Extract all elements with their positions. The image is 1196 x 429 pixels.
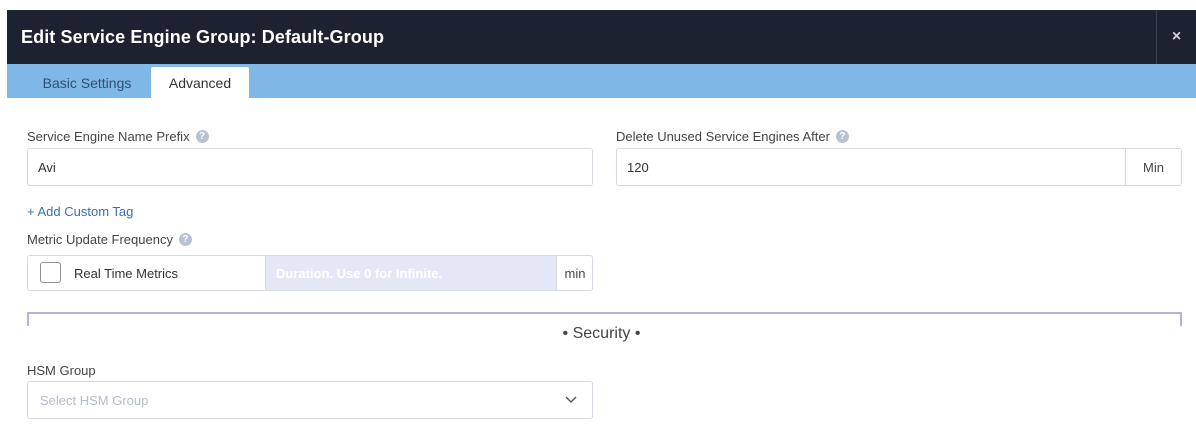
hsm-group-select[interactable]: Select HSM Group <box>27 381 593 419</box>
delete-after-input[interactable]: 120 Min <box>616 148 1182 186</box>
name-prefix-input[interactable]: Avi <box>27 148 593 186</box>
tab-basic-settings[interactable]: Basic Settings <box>19 67 155 98</box>
metric-frequency-label-text: Metric Update Frequency <box>27 232 173 247</box>
dialog-title: Edit Service Engine Group: Default-Group <box>21 27 385 47</box>
advanced-panel: Service Engine Name Prefix ? Avi Delete … <box>7 98 1196 429</box>
section-divider <box>27 312 1182 314</box>
close-icon[interactable]: × <box>1156 10 1196 64</box>
delete-after-unit: Min <box>1125 149 1181 185</box>
tab-advanced[interactable]: Advanced <box>151 67 249 98</box>
section-divider-right-tick <box>1180 312 1182 326</box>
duration-input[interactable]: Duration. Use 0 for Infinite. <box>265 256 556 290</box>
name-prefix-label-text: Service Engine Name Prefix <box>27 129 190 144</box>
delete-after-label: Delete Unused Service Engines After ? <box>616 129 849 144</box>
hsm-group-label: HSM Group <box>27 363 96 378</box>
name-prefix-value: Avi <box>38 159 56 175</box>
chevron-down-icon <box>565 396 577 403</box>
help-icon[interactable]: ? <box>835 130 849 143</box>
help-icon[interactable]: ? <box>178 233 192 246</box>
tab-bar: Basic Settings Advanced <box>7 64 1196 98</box>
security-section-title: • Security • <box>562 325 641 342</box>
metric-frequency-label: Metric Update Frequency ? <box>27 232 192 247</box>
dialog-header: Edit Service Engine Group: Default-Group… <box>7 10 1196 64</box>
delete-after-value: 120 <box>627 159 649 175</box>
metric-frequency-group: Real Time Metrics Duration. Use 0 for In… <box>27 255 593 291</box>
help-icon[interactable]: ? <box>195 130 209 143</box>
real-time-metrics-checkbox[interactable] <box>40 262 61 283</box>
real-time-metrics-label[interactable]: Real Time Metrics <box>74 256 178 290</box>
add-custom-tag-link[interactable]: + Add Custom Tag <box>27 204 133 219</box>
top-strip <box>0 0 1196 10</box>
hsm-group-placeholder: Select HSM Group <box>40 392 149 408</box>
duration-unit: min <box>556 256 593 290</box>
delete-after-label-text: Delete Unused Service Engines After <box>616 129 830 144</box>
name-prefix-label: Service Engine Name Prefix ? <box>27 129 209 144</box>
section-divider-left-tick <box>27 312 29 326</box>
